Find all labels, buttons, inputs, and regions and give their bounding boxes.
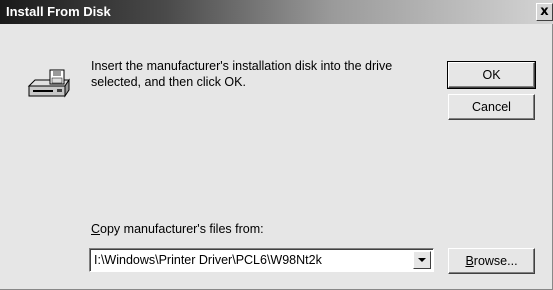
browse-button-accel: B [465,254,474,268]
copy-from-path-value[interactable]: I:\Windows\Printer Driver\PCL6\W98Nt2k [94,253,322,267]
floppy-drive-icon [27,69,70,98]
close-button[interactable]: x [536,3,553,21]
close-icon: x [540,4,549,19]
browse-button[interactable]: Browse... [448,248,535,274]
copy-from-combobox[interactable]: I:\Windows\Printer Driver\PCL6\W98Nt2k [89,248,434,272]
chevron-down-icon[interactable] [413,251,431,269]
cancel-button[interactable]: Cancel [448,94,535,120]
copy-from-label-text: opy manufacturer's files from: [100,222,264,236]
copy-from-label: Copy manufacturer's files from: [91,222,264,236]
browse-button-label: rowse... [473,254,518,268]
ok-button[interactable]: OK [447,61,536,89]
instruction-text: Insert the manufacturer's installation d… [91,59,393,89]
copy-from-label-accel: C [91,222,101,236]
install-from-disk-dialog: Install From Disk x Insert the manufactu… [0,0,553,290]
window-title: Install From Disk [6,4,111,19]
title-bar[interactable]: Install From Disk x [0,0,553,24]
